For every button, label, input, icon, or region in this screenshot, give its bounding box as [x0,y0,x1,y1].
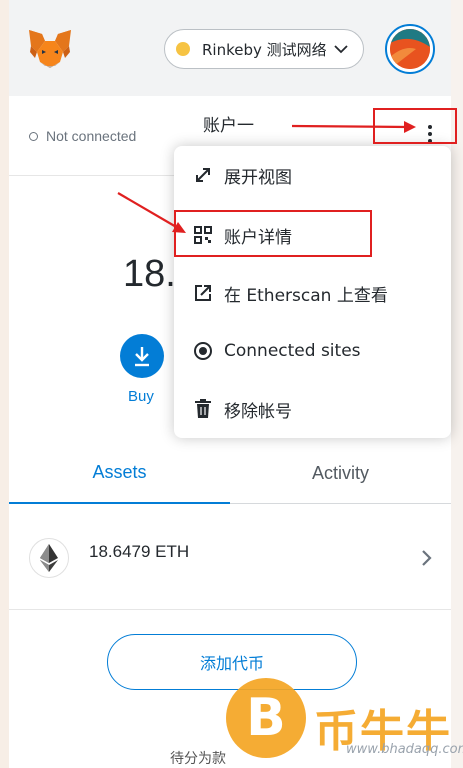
menu-item-label: 移除帐号 [224,401,292,422]
menu-item-view-on-etherscan[interactable]: 在 Etherscan 上查看 [174,264,451,322]
network-label: Rinkeby 测试网络 [202,40,327,59]
chevron-right-icon [422,550,432,566]
connected-sites-icon [193,341,213,361]
connection-dot-icon [29,131,38,141]
background-page-left [0,0,9,768]
download-arrow-icon [135,347,149,367]
watermark-url: www.bhadaqq.com [346,742,463,757]
account-options-menu: 展开视图 账户详情 在 Etherscan 上查看 Connected site… [174,146,451,438]
connection-status[interactable]: Not connected [29,128,136,144]
menu-item-label: Connected sites [224,341,361,361]
watermark-coin-logo: B [226,678,306,758]
buy-label: Buy [128,388,154,405]
annotation-highlight-box [373,108,457,144]
network-selector[interactable]: Rinkeby 测试网络 [164,29,364,69]
external-link-icon [193,283,213,303]
network-status-dot [176,42,190,56]
annotation-highlight-box [174,210,372,257]
chevron-down-icon [334,45,348,54]
asset-tabs: Assets Activity [9,442,451,504]
menu-item-label: 展开视图 [224,167,292,188]
trash-icon [193,399,213,419]
account-avatar[interactable] [385,24,435,74]
menu-item-connected-sites[interactable]: Connected sites [174,322,451,380]
identicon-icon [390,29,430,69]
ethereum-icon [29,538,69,578]
connection-status-label: Not connected [46,128,137,144]
header: Rinkeby 测试网络 [9,0,451,96]
menu-item-remove-account[interactable]: 移除帐号 [174,380,451,438]
account-name[interactable]: 账户一 [203,111,254,136]
expand-icon [193,165,213,185]
menu-item-label: 在 Etherscan 上查看 [224,285,388,306]
tab-activity[interactable]: Activity [230,442,451,504]
tab-assets[interactable]: Assets [9,442,230,504]
add-token-button[interactable]: 添加代币 [107,634,357,690]
asset-list-item[interactable]: 18.6479 ETH [9,504,451,610]
menu-item-expand-view[interactable]: 展开视图 [174,146,451,204]
watermark-cut-text: 待分为款 [170,751,226,767]
asset-amount: 18.6479 ETH [89,542,190,561]
buy-button[interactable] [120,334,164,378]
metamask-fox-icon [29,30,71,68]
